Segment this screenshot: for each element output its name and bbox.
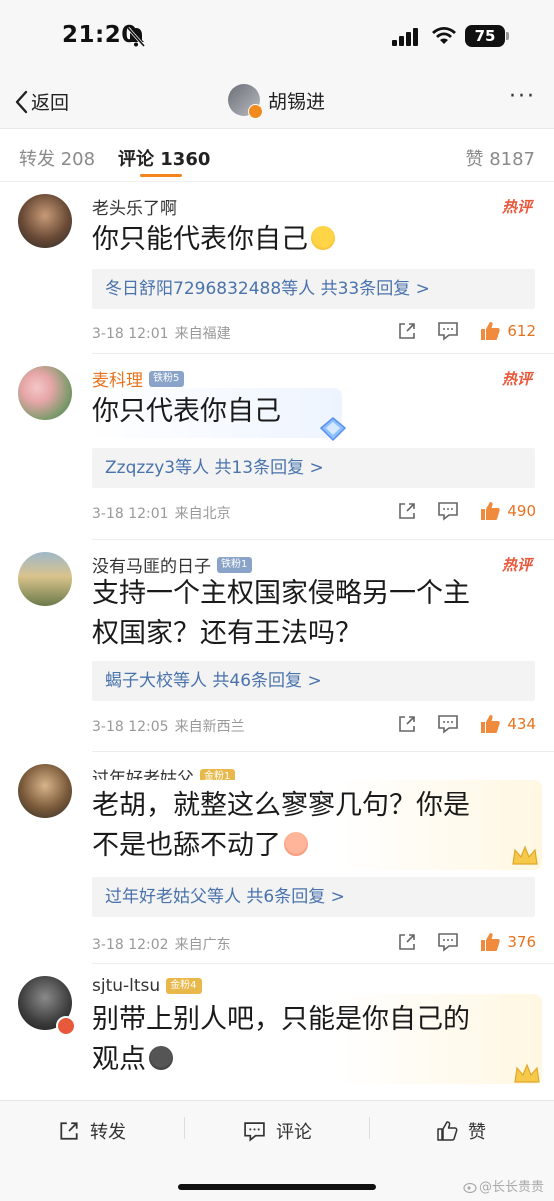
weibo-logo-icon (463, 1182, 477, 1193)
watermark: @长长贵贵 (463, 1176, 544, 1195)
comment-text: 老胡，就整这么寥寥几句？你是 不是也舔不动了 (92, 790, 470, 861)
status-bar: 21:20 75 (0, 0, 554, 76)
comment-meta: 3-18 12:05 来自新西兰 (92, 719, 245, 735)
battery-indicator: 75 (465, 25, 509, 47)
avatar[interactable] (18, 366, 72, 420)
like-count: 612 (507, 322, 536, 340)
tab-repost[interactable]: 转发 208 (19, 145, 95, 171)
reply-summary-link[interactable]: 冬日舒阳7296832488等人 共33条回复 > (92, 269, 535, 309)
tab-active-indicator (140, 174, 182, 177)
comment-actions: 490 (377, 500, 536, 522)
avatar[interactable] (18, 194, 72, 248)
share-icon (60, 1122, 78, 1140)
repost-button[interactable]: 转发 (58, 1118, 126, 1144)
hot-comment-badge: 热评 (501, 556, 532, 574)
page-title: 胡锡进 (268, 90, 326, 113)
comment-actions: 376 (377, 931, 536, 953)
fan-badge: 铁粉1 (217, 556, 253, 573)
comment-meta: 3-18 12:01 来自福建 (92, 326, 231, 342)
reply-summary-link[interactable]: 过年好老姑父等人 共6条回复 > (92, 877, 535, 917)
home-indicator[interactable] (178, 1184, 376, 1190)
more-options-button[interactable]: ··· (509, 86, 536, 108)
divider (184, 1117, 185, 1139)
comment-item: 麦科理 铁粉5 热评 你只代表你自己 Zzqzzy3等人 共13条回复 > 3-1… (0, 354, 554, 540)
comment-meta: 3-18 12:01 来自北京 (92, 506, 231, 522)
watermark-text: @长长贵贵 (478, 1180, 544, 1195)
comment-text: 支持一个主权国家侵略另一个主 权国家？还有王法吗？ (92, 578, 470, 649)
hot-comment-badge: 热评 (501, 370, 532, 388)
laughing-emoji-icon (311, 226, 335, 250)
avatar[interactable] (18, 552, 72, 606)
reply-summary-link[interactable]: 蝎子大校等人 共46条回复 > (92, 661, 535, 701)
comment-actions: 612 (377, 320, 536, 342)
like-icon[interactable] (479, 713, 501, 735)
comment-button[interactable]: 评论 (243, 1118, 312, 1144)
comment-item: 没有马匪的日子 铁粉1 热评 支持一个主权国家侵略另一个主 权国家？还有王法吗？ … (0, 540, 554, 752)
comment-text: 别带上别人吧，只能是你自己的 观点 (92, 1004, 470, 1075)
divider (369, 1117, 370, 1139)
user-badge-icon (56, 1016, 76, 1036)
comment-item: 老头乐了啊 热评 你只能代表你自己 冬日舒阳7296832488等人 共33条回… (0, 182, 554, 354)
nav-title-group[interactable]: 胡锡进 (228, 84, 326, 119)
share-icon[interactable] (397, 501, 417, 521)
comment-actions: 434 (377, 713, 536, 735)
like-count: 434 (507, 715, 536, 733)
like-button[interactable]: 赞 (436, 1118, 486, 1144)
tab-likes[interactable]: 赞 8187 (465, 145, 535, 171)
fan-badge: 铁粉5 (149, 370, 185, 387)
wifi-icon (432, 27, 456, 44)
tab-comments[interactable]: 评论 1360 (118, 145, 210, 171)
cellular-signal-icon (392, 28, 418, 46)
share-icon[interactable] (397, 714, 417, 734)
avatar[interactable] (18, 764, 72, 818)
thumbs-up-icon (437, 1121, 458, 1141)
comment-icon[interactable] (437, 932, 459, 952)
comment-label: 评论 (276, 1122, 312, 1143)
bell-muted-icon (126, 27, 146, 47)
reply-summary-link[interactable]: Zzqzzy3等人 共13条回复 > (92, 448, 535, 488)
pig-face-emoji-icon (284, 832, 308, 856)
nav-bar: 返回 胡锡进 ··· (0, 76, 554, 129)
share-icon[interactable] (397, 321, 417, 341)
fan-badge: 金粉4 (166, 978, 202, 994)
comment-username[interactable]: sjtu-ltsu 金粉4 (92, 976, 202, 996)
back-button[interactable]: 返回 (14, 88, 69, 115)
back-label: 返回 (31, 92, 70, 114)
diamond-icon (319, 417, 347, 442)
repost-label: 转发 (90, 1122, 126, 1143)
comment-item: 过年好老姑父 金粉1 老胡，就整这么寥寥几句？你是 不是也舔不动了 过年好老姑父等… (0, 752, 554, 964)
like-icon[interactable] (479, 931, 501, 953)
comment-meta: 3-18 12:02 来自广东 (92, 937, 231, 953)
like-count: 376 (507, 933, 536, 951)
like-count: 490 (507, 502, 536, 520)
comment-icon[interactable] (437, 321, 459, 341)
comment-username[interactable]: 老头乐了啊 (92, 194, 177, 219)
comment-icon[interactable] (437, 714, 459, 734)
avatar (228, 84, 263, 119)
verified-badge-icon (248, 104, 263, 119)
like-icon[interactable] (479, 500, 501, 522)
like-icon[interactable] (479, 320, 501, 342)
share-icon[interactable] (397, 932, 417, 952)
comment-text: 你只代表你自己 (92, 396, 281, 427)
comment-text: 你只能代表你自己 (92, 220, 335, 260)
face-emoji-icon (149, 1046, 173, 1070)
tab-bar: 转发 208 评论 1360 赞 8187 (0, 129, 554, 182)
chevron-left-icon (15, 90, 28, 113)
like-label: 赞 (468, 1122, 486, 1143)
comment-icon (244, 1121, 265, 1142)
comment-item: sjtu-ltsu 金粉4 别带上别人吧，只能是你自己的 观点 (0, 964, 554, 1100)
comment-icon[interactable] (437, 501, 459, 521)
hot-comment-badge: 热评 (501, 198, 532, 216)
